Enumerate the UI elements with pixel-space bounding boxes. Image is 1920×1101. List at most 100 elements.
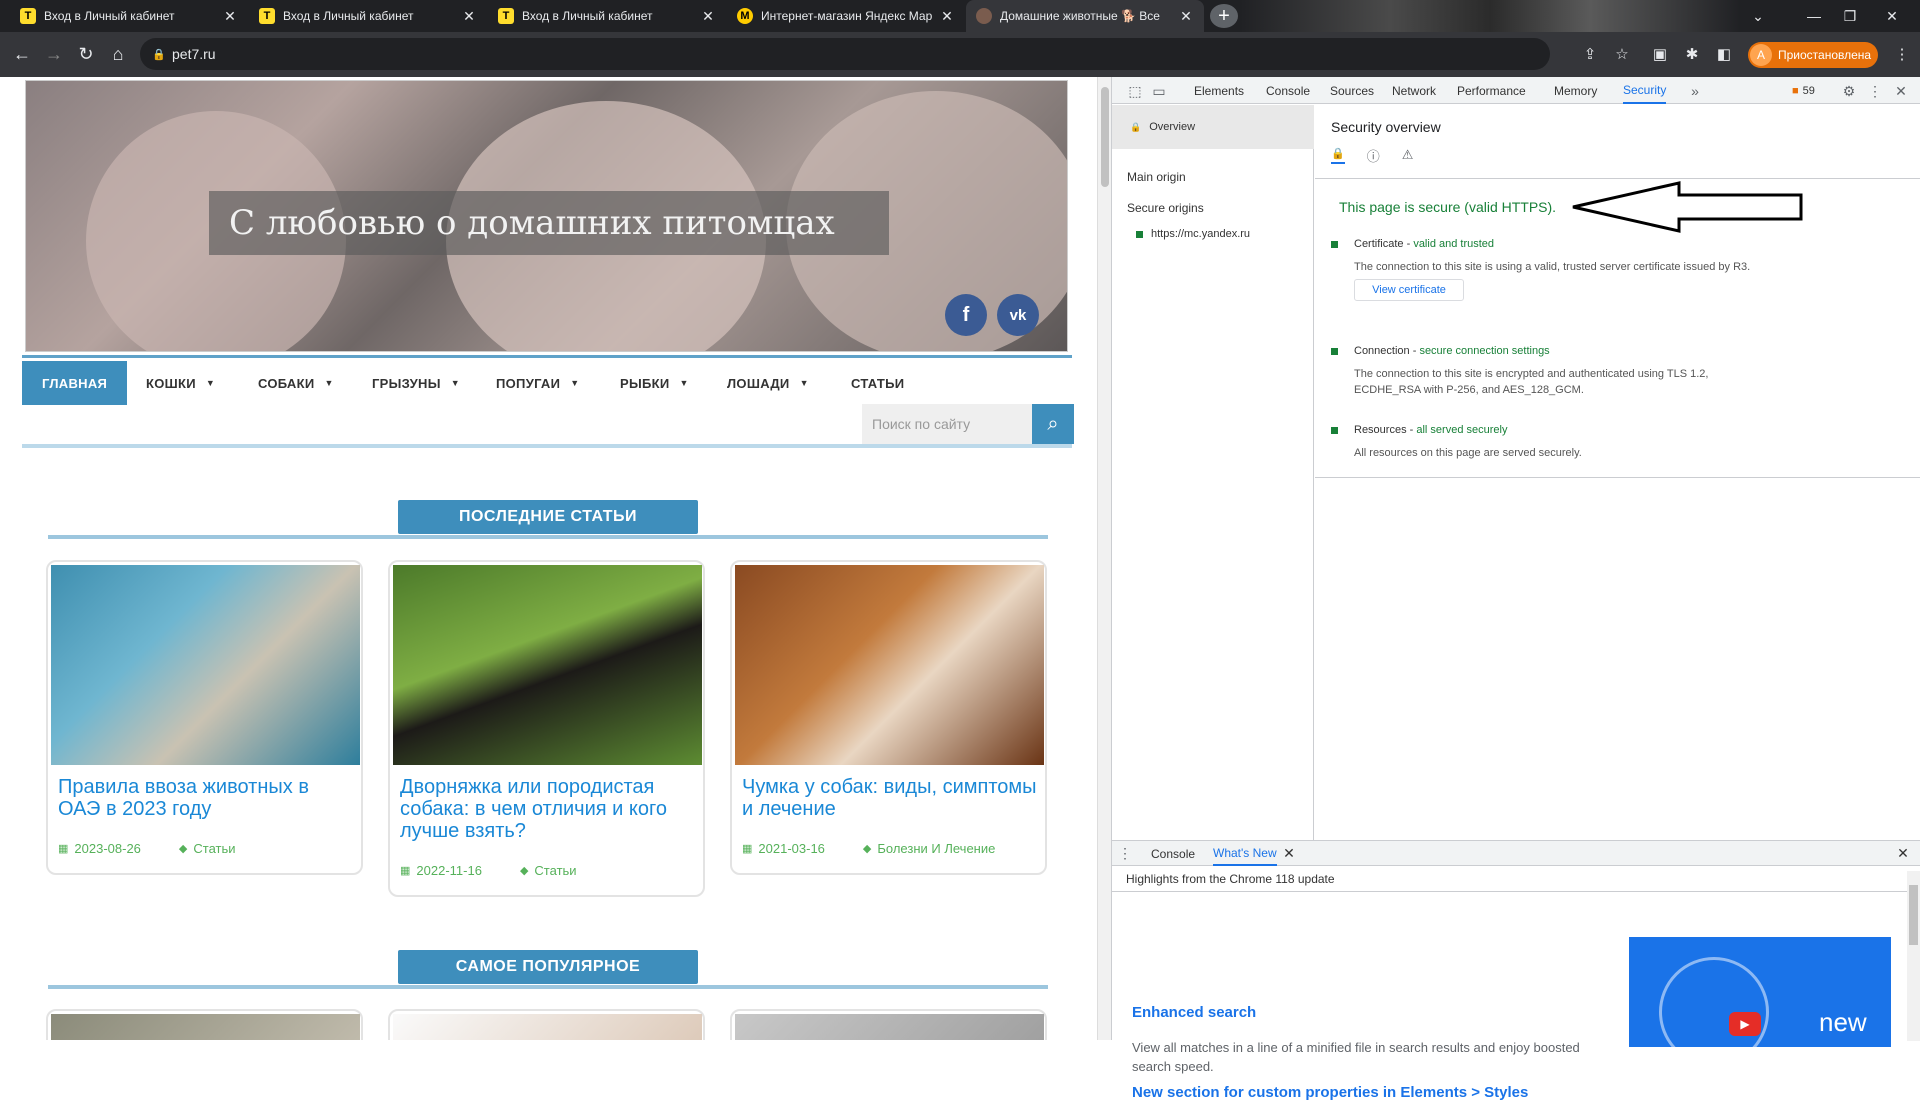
tab-performance[interactable]: Performance: [1457, 77, 1526, 104]
browser-tab[interactable]: T Вход в Личный кабинет ✕: [488, 0, 726, 32]
article-category[interactable]: Статьи: [534, 863, 576, 878]
extensions-puzzle-icon[interactable]: ✱: [1680, 42, 1704, 66]
facebook-icon[interactable]: f: [945, 294, 987, 336]
close-window-button[interactable]: ✕: [1864, 0, 1920, 32]
issues-counter[interactable]: ■ 59: [1792, 77, 1815, 104]
browser-tab[interactable]: M Интернет-магазин Яндекс Мар ✕: [727, 0, 965, 32]
address-bar[interactable]: 🔒 pet7.ru: [140, 38, 1550, 70]
view-certificate-button[interactable]: View certificate: [1354, 279, 1464, 301]
menu-item-articles[interactable]: СТАТЬИ: [851, 361, 904, 405]
close-drawer-icon[interactable]: ✕: [1894, 844, 1912, 862]
article-card[interactable]: [388, 1009, 705, 1040]
page-scrollbar[interactable]: [1097, 77, 1111, 1040]
menu-item-rodents[interactable]: ГРЫЗУНЫ ▼: [372, 361, 460, 405]
forward-icon[interactable]: →: [40, 40, 68, 68]
caret-down-icon: ▼: [324, 378, 334, 388]
divider: [1112, 891, 1907, 892]
youtube-play-icon[interactable]: ▶: [1729, 1012, 1761, 1036]
article-image[interactable]: [735, 565, 1044, 765]
article-title[interactable]: Чумка у собак: виды, симптомы и лечение: [742, 776, 1037, 820]
drawer-tab-whats-new[interactable]: What's New: [1213, 841, 1277, 866]
settings-gear-icon[interactable]: ⚙: [1840, 82, 1858, 100]
tab-title: Вход в Личный кабинет: [522, 9, 653, 23]
section-divider: [48, 985, 1048, 989]
menu-item-dogs[interactable]: СОБАКИ ▼: [258, 361, 334, 405]
devtools-menu-icon[interactable]: ⋮: [1866, 82, 1884, 100]
drawer-tab-console[interactable]: Console: [1151, 841, 1195, 866]
article-image[interactable]: [51, 565, 360, 765]
close-tab-icon[interactable]: ✕: [1280, 844, 1298, 862]
article-meta: ▦ 2022-11-16 ◆ Статьи: [400, 863, 577, 878]
sidebar-item-origin[interactable]: https://mc.yandex.ru: [1136, 228, 1250, 240]
menu-item-cats[interactable]: КОШКИ ▼: [146, 361, 215, 405]
browser-tab[interactable]: T Вход в Личный кабинет ✕: [249, 0, 487, 32]
close-tab-icon[interactable]: ✕: [222, 8, 238, 25]
close-tab-icon[interactable]: ✕: [461, 8, 477, 25]
warning-icon[interactable]: ⚠: [1402, 147, 1414, 163]
article-title[interactable]: Правила ввоза животных в ОАЭ в 2023 году: [58, 776, 353, 820]
secure-lock-icon[interactable]: 🔒: [1331, 147, 1345, 164]
article-date: 2023-08-26: [74, 841, 141, 856]
article-image[interactable]: [393, 1014, 702, 1040]
close-tab-icon[interactable]: ✕: [1178, 8, 1194, 25]
scrollbar-thumb[interactable]: [1909, 885, 1918, 945]
drawer-menu-icon[interactable]: ⋮: [1116, 844, 1134, 862]
tab-console[interactable]: Console: [1266, 77, 1310, 104]
tab-search-icon[interactable]: ⌄: [1730, 0, 1786, 32]
browser-tab[interactable]: T Вход в Личный кабинет ✕: [10, 0, 248, 32]
browser-tab-active[interactable]: Домашние животные 🐕 Все ✕: [966, 0, 1204, 32]
bookmark-star-icon[interactable]: ☆: [1610, 42, 1634, 66]
inspect-element-icon[interactable]: ⬚: [1126, 82, 1144, 100]
hero-title: С любовью о домашних питомцах: [209, 191, 889, 255]
search-icon[interactable]: ⌕: [1032, 404, 1074, 444]
device-toolbar-icon[interactable]: ▭: [1150, 82, 1168, 100]
extension-icon[interactable]: ▣: [1648, 42, 1672, 66]
whats-new-item-title[interactable]: New section for custom properties in Ele…: [1132, 1084, 1528, 1101]
article-image[interactable]: [735, 1014, 1044, 1040]
side-panel-icon[interactable]: ◧: [1712, 42, 1736, 66]
article-category[interactable]: Болезни И Лечение: [877, 841, 995, 856]
article-category[interactable]: Статьи: [193, 841, 235, 856]
whats-new-banner[interactable]: ▶ new: [1629, 937, 1891, 1047]
sidebar-item-overview[interactable]: 🔒 Overview: [1112, 105, 1314, 149]
article-card[interactable]: Чумка у собак: виды, симптомы и лечение …: [730, 560, 1047, 875]
tab-network[interactable]: Network: [1392, 77, 1436, 104]
article-image[interactable]: [393, 565, 702, 765]
article-card[interactable]: Дворняжка или породистая собака: в чем о…: [388, 560, 705, 897]
menu-kebab-icon[interactable]: ⋮: [1890, 42, 1914, 66]
tab-security[interactable]: Security: [1623, 77, 1667, 104]
close-tab-icon[interactable]: ✕: [700, 8, 716, 25]
scrollbar-thumb[interactable]: [1101, 87, 1109, 187]
site-search-input[interactable]: Поиск по сайту: [862, 404, 1032, 444]
article-image[interactable]: [51, 1014, 360, 1040]
tab-elements[interactable]: Elements: [1194, 77, 1244, 104]
info-icon[interactable]: ⓘ: [1367, 146, 1380, 165]
lock-icon[interactable]: 🔒: [152, 48, 166, 61]
article-card[interactable]: [730, 1009, 1047, 1040]
menu-item-horses[interactable]: ЛОШАДИ ▼: [727, 361, 809, 405]
whats-new-item-title[interactable]: Enhanced search: [1132, 1004, 1256, 1021]
back-icon[interactable]: ←: [8, 40, 36, 68]
share-icon[interactable]: ⇪: [1578, 42, 1602, 66]
new-tab-button[interactable]: +: [1210, 4, 1238, 28]
article-card[interactable]: Правила ввоза животных в ОАЭ в 2023 году…: [46, 560, 363, 875]
vk-icon[interactable]: vk: [997, 294, 1039, 336]
tab-memory[interactable]: Memory: [1554, 77, 1597, 104]
article-card[interactable]: [46, 1009, 363, 1040]
security-state-icons: 🔒 ⓘ ⚠: [1331, 145, 1421, 165]
drawer-scrollbar[interactable]: [1907, 871, 1920, 1041]
menu-item-home[interactable]: ГЛАВНАЯ: [22, 361, 128, 405]
caret-down-icon: ▼: [799, 378, 809, 388]
profile-button[interactable]: A Приостановлена: [1748, 42, 1878, 68]
menu-item-parrots[interactable]: ПОПУГАИ ▼: [496, 361, 580, 405]
reload-icon[interactable]: ↻: [72, 40, 100, 68]
close-devtools-icon[interactable]: ✕: [1892, 82, 1910, 100]
menu-item-fish[interactable]: РЫБКИ ▼: [620, 361, 689, 405]
tab-sources[interactable]: Sources: [1330, 77, 1374, 104]
more-tabs-icon[interactable]: »: [1686, 82, 1704, 100]
tag-icon: ◆: [862, 843, 872, 855]
article-title[interactable]: Дворняжка или породистая собака: в чем о…: [400, 776, 695, 842]
main-origin-label[interactable]: Main origin: [1127, 170, 1186, 184]
close-tab-icon[interactable]: ✕: [939, 8, 955, 25]
home-icon[interactable]: ⌂: [104, 40, 132, 68]
